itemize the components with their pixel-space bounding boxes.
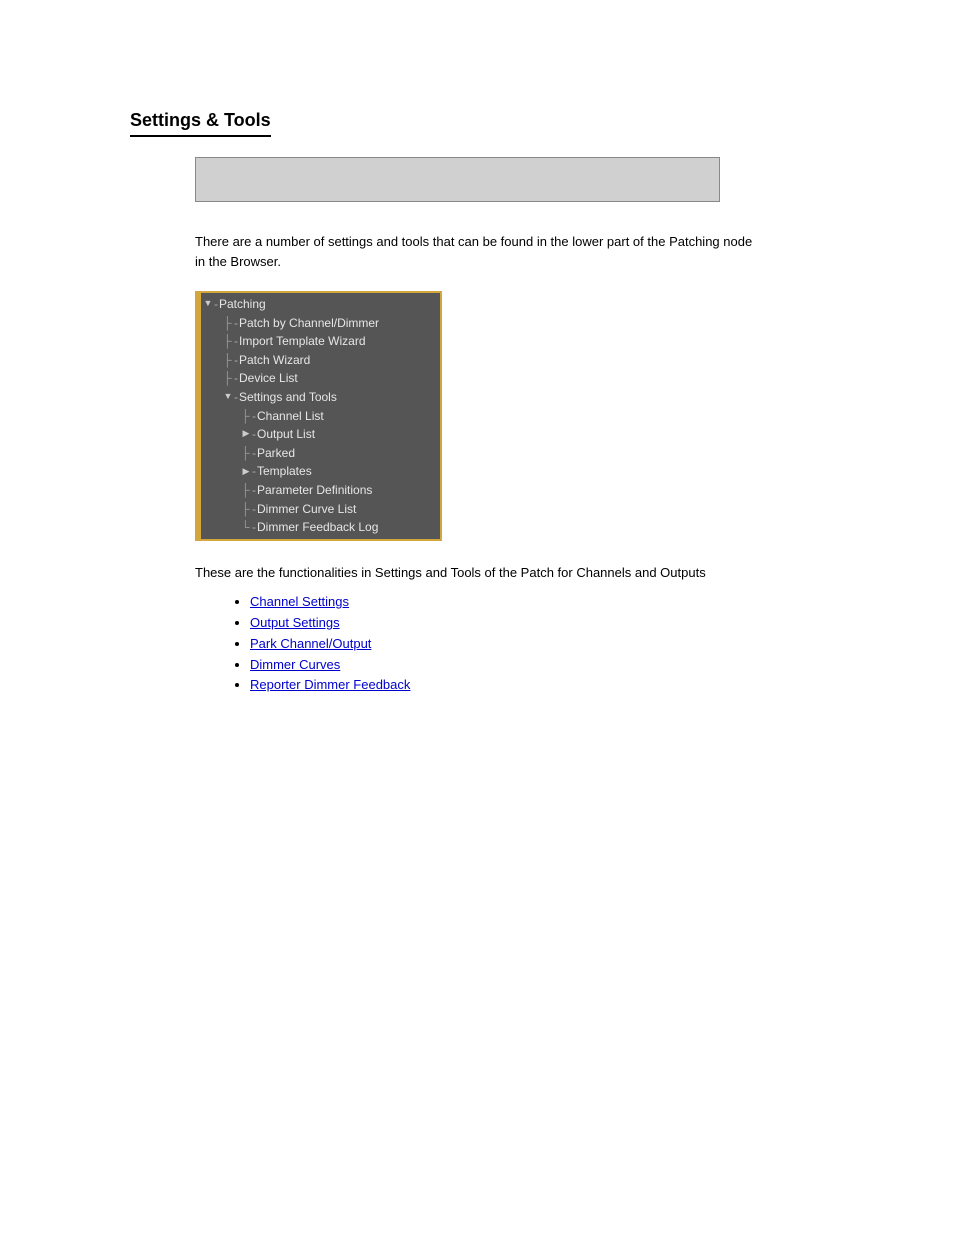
tree-dash: - — [252, 444, 256, 463]
tree-connector: ├ — [223, 351, 231, 370]
chevron-right-icon: ▶ — [241, 465, 251, 479]
tree-dash: - — [252, 500, 256, 519]
tree-node-output-list[interactable]: ▶-Output List — [201, 425, 440, 444]
tree-dash: - — [252, 425, 256, 444]
tree-label: Dimmer Curve List — [257, 500, 356, 519]
list-item: Reporter Dimmer Feedback — [250, 675, 854, 696]
tree-dash: - — [252, 462, 256, 481]
tree-label: Patch Wizard — [239, 351, 310, 370]
chevron-right-icon: ▶ — [241, 427, 251, 441]
tree-inner: ▼-Patching ├-Patch by Channel/Dimmer ├-I… — [201, 293, 440, 539]
page-title: Settings & Tools — [130, 110, 271, 137]
tree-connector: └ — [241, 518, 249, 537]
intro-text: There are a number of settings and tools… — [195, 232, 755, 271]
tree-dash: - — [252, 481, 256, 500]
tree-connector: ├ — [223, 369, 231, 388]
tree-dash: - — [234, 314, 238, 333]
list-item: Dimmer Curves — [250, 655, 854, 676]
tree-node-dimmer-feedback-log[interactable]: └-Dimmer Feedback Log — [201, 518, 440, 537]
tree-connector: ├ — [223, 332, 231, 351]
tree-node-import-template[interactable]: ├-Import Template Wizard — [201, 332, 440, 351]
tree-label: Settings and Tools — [239, 388, 337, 407]
link-channel-settings[interactable]: Channel Settings — [250, 594, 349, 609]
chevron-down-icon: ▼ — [203, 297, 213, 311]
tree-panel: ▼-Patching ├-Patch by Channel/Dimmer ├-I… — [195, 291, 442, 541]
page-title-wrap: Settings & Tools — [130, 110, 854, 137]
tree-connector: ├ — [241, 407, 249, 426]
tree-label: Patch by Channel/Dimmer — [239, 314, 379, 333]
tree-dash: - — [234, 369, 238, 388]
tree-node-patch-wizard[interactable]: ├-Patch Wizard — [201, 351, 440, 370]
tree-dash: - — [252, 407, 256, 426]
link-output-settings[interactable]: Output Settings — [250, 615, 340, 630]
links-list: Channel Settings Output Settings Park Ch… — [250, 592, 854, 696]
tree-node-channel-list[interactable]: ├-Channel List — [201, 407, 440, 426]
tree-node-dimmer-curve-list[interactable]: ├-Dimmer Curve List — [201, 500, 440, 519]
tree-label: Parked — [257, 444, 295, 463]
list-item: Output Settings — [250, 613, 854, 634]
link-dimmer-curves[interactable]: Dimmer Curves — [250, 657, 340, 672]
tree-node-patching[interactable]: ▼-Patching — [201, 295, 440, 314]
link-reporter-dimmer-feedback[interactable]: Reporter Dimmer Feedback — [250, 677, 410, 692]
tree-node-parked[interactable]: ├-Parked — [201, 444, 440, 463]
tree-dash: - — [234, 388, 238, 407]
list-item: Park Channel/Output — [250, 634, 854, 655]
tree-dash: - — [214, 295, 218, 314]
tree-label: Templates — [257, 462, 312, 481]
tree-node-settings-tools[interactable]: ▼-Settings and Tools — [201, 388, 440, 407]
tree-label: Device List — [239, 369, 298, 388]
chevron-down-icon: ▼ — [223, 390, 233, 404]
tree-node-templates[interactable]: ▶-Templates — [201, 462, 440, 481]
tree-label: Patching — [219, 295, 266, 314]
link-park-channel-output[interactable]: Park Channel/Output — [250, 636, 371, 651]
tree-node-device-list[interactable]: ├-Device List — [201, 369, 440, 388]
tree-label: Output List — [257, 425, 315, 444]
tree-connector: ├ — [241, 500, 249, 519]
tree-connector: ├ — [223, 314, 231, 333]
description-text: These are the functionalities in Setting… — [195, 563, 755, 583]
tree-node-parameter-definitions[interactable]: ├-Parameter Definitions — [201, 481, 440, 500]
tree-dash: - — [252, 518, 256, 537]
tree-node-patch-by-channel[interactable]: ├-Patch by Channel/Dimmer — [201, 314, 440, 333]
banner-box — [195, 157, 720, 202]
tree-label: Dimmer Feedback Log — [257, 518, 378, 537]
tree-dash: - — [234, 351, 238, 370]
tree-connector: ├ — [241, 481, 249, 500]
tree-connector: ├ — [241, 444, 249, 463]
tree-dash: - — [234, 332, 238, 351]
tree-label: Import Template Wizard — [239, 332, 366, 351]
tree-label: Parameter Definitions — [257, 481, 372, 500]
list-item: Channel Settings — [250, 592, 854, 613]
tree-label: Channel List — [257, 407, 324, 426]
